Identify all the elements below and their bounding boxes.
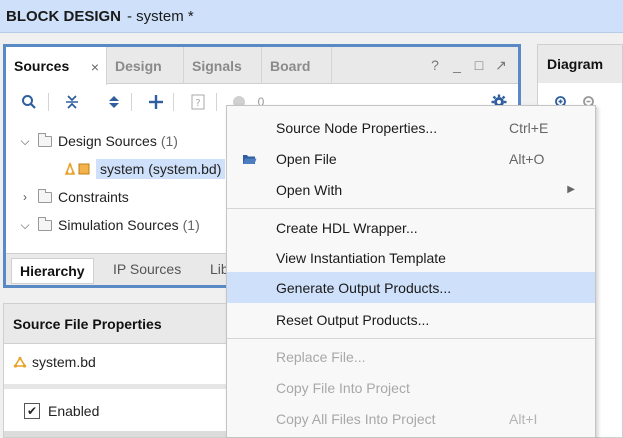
tree-item-constraints[interactable]: › Constraints — [18, 184, 129, 210]
menu-item-copy-all-files-into-project[interactable]: Copy All Files Into Project Alt+I — [227, 403, 595, 434]
float-icon[interactable]: ↗ — [494, 57, 508, 74]
source-file-properties-panel: Source File Properties system.bd ✔ Enabl… — [3, 303, 228, 438]
context-menu: Source Node Properties... Ctrl+E Open Fi… — [226, 105, 596, 438]
menu-item-reset-output-products[interactable]: Reset Output Products... — [227, 304, 595, 335]
minimize-icon[interactable]: _ — [450, 57, 464, 74]
tab-sources-label: Sources — [14, 58, 70, 74]
menu-item-label: View Instantiation Template — [276, 249, 446, 266]
tab-board[interactable]: Board — [262, 47, 332, 84]
menu-item-label: Create HDL Wrapper... — [276, 219, 418, 236]
expand-all-icon[interactable] — [105, 93, 123, 111]
menu-item-label: Reset Output Products... — [276, 311, 430, 328]
help-icon[interactable]: ? — [428, 57, 442, 74]
tab-sources[interactable]: Sources × — [6, 47, 107, 85]
menu-item-create-hdl-wrapper[interactable]: Create HDL Wrapper... — [227, 212, 595, 243]
folder-icon — [38, 216, 52, 231]
menu-item-label: Copy All Files Into Project — [276, 410, 436, 427]
search-icon[interactable] — [20, 93, 38, 111]
svg-text:?: ? — [195, 98, 200, 109]
sfp-file-name: system.bd — [32, 354, 96, 370]
tab-board-label: Board — [270, 57, 311, 74]
tab-design[interactable]: Design — [107, 47, 184, 84]
menu-separator — [227, 338, 595, 339]
sources-tabstrip: Sources × Design Signals Board ? _ □ ↗ — [6, 47, 518, 85]
chevron-right-icon[interactable]: › — [18, 190, 32, 204]
close-icon[interactable]: × — [91, 59, 99, 75]
menu-item-shortcut: Ctrl+E — [509, 119, 549, 136]
menu-item-view-instantiation-template[interactable]: View Instantiation Template — [227, 242, 595, 273]
sfp-title: Source File Properties — [4, 304, 227, 344]
tab-signals[interactable]: Signals — [184, 47, 262, 84]
properties-icon[interactable]: ? — [189, 93, 207, 111]
folder-icon — [38, 132, 52, 147]
block-design-icon — [13, 356, 27, 368]
menu-item-replace-file[interactable]: Replace File... — [227, 341, 595, 372]
menu-item-label: Open File — [276, 150, 337, 167]
menu-item-source-node-properties[interactable]: Source Node Properties... Ctrl+E — [227, 112, 595, 143]
menu-item-open-file[interactable]: Open File Alt+O — [227, 143, 595, 174]
menu-item-generate-output-products[interactable]: Generate Output Products... — [227, 272, 595, 303]
open-folder-icon — [242, 152, 257, 164]
tree-item-label: Design Sources — [58, 133, 157, 149]
menu-item-label: Source Node Properties... — [276, 119, 438, 136]
toolbar-separator — [48, 93, 49, 111]
tree-item-count: (1) — [182, 217, 200, 233]
tree-item-simulation-sources[interactable]: ⌵ Simulation Sources (1) — [18, 212, 200, 238]
enabled-checkbox[interactable]: ✔ — [24, 403, 40, 419]
sfp-file-row: system.bd — [13, 354, 96, 370]
menu-item-open-with[interactable]: Open With ▶ — [227, 174, 595, 205]
title-bar: BLOCK DESIGN - system * — [0, 0, 623, 33]
tab-design-label: Design — [115, 57, 162, 74]
menu-item-label: Copy File Into Project — [276, 379, 410, 396]
menu-item-label: Generate Output Products... — [276, 279, 452, 296]
enabled-checkbox-row[interactable]: ✔ Enabled — [24, 403, 99, 419]
tab-signals-label: Signals — [192, 57, 242, 74]
add-icon[interactable] — [147, 93, 165, 111]
window-subtitle: - system * — [127, 7, 194, 25]
menu-item-copy-file-into-project[interactable]: Copy File Into Project — [227, 372, 595, 403]
toolbar-separator — [216, 93, 217, 111]
menu-item-shortcut: Alt+O — [509, 150, 545, 167]
diagram-title: Diagram — [538, 45, 622, 83]
maximize-icon[interactable]: □ — [472, 57, 486, 74]
tab-ip-sources[interactable]: IP Sources — [105, 256, 189, 282]
tab-hierarchy[interactable]: Hierarchy — [11, 258, 94, 284]
horizontal-scrollbar[interactable] — [4, 431, 227, 437]
collapse-all-icon[interactable] — [63, 93, 81, 111]
tree-item-label: system (system.bd) — [96, 159, 226, 179]
tree-item-label: Constraints — [58, 189, 129, 205]
divider — [4, 384, 227, 389]
tree-item-count: (1) — [160, 133, 178, 149]
menu-item-shortcut: Alt+I — [509, 410, 538, 427]
toolbar-separator — [173, 93, 174, 111]
window-title: BLOCK DESIGN — [6, 7, 122, 25]
panel-window-controls: ? _ □ ↗ — [428, 57, 508, 74]
submenu-arrow-icon: ▶ — [567, 184, 575, 195]
enabled-label: Enabled — [48, 403, 100, 419]
folder-icon — [38, 188, 52, 203]
chevron-down-icon[interactable]: ⌵ — [18, 134, 32, 149]
tree-item-label: Simulation Sources — [58, 217, 179, 233]
tree-item-design-sources[interactable]: ⌵ Design Sources (1) — [18, 128, 178, 154]
menu-separator — [227, 208, 595, 209]
block-design-icon — [64, 162, 90, 176]
chevron-down-icon[interactable]: ⌵ — [18, 218, 32, 233]
menu-item-label: Open With — [276, 181, 343, 198]
tree-item-system-bd[interactable]: system (system.bd) — [64, 156, 226, 182]
toolbar-separator — [131, 93, 132, 111]
menu-item-label: Replace File... — [276, 348, 366, 365]
